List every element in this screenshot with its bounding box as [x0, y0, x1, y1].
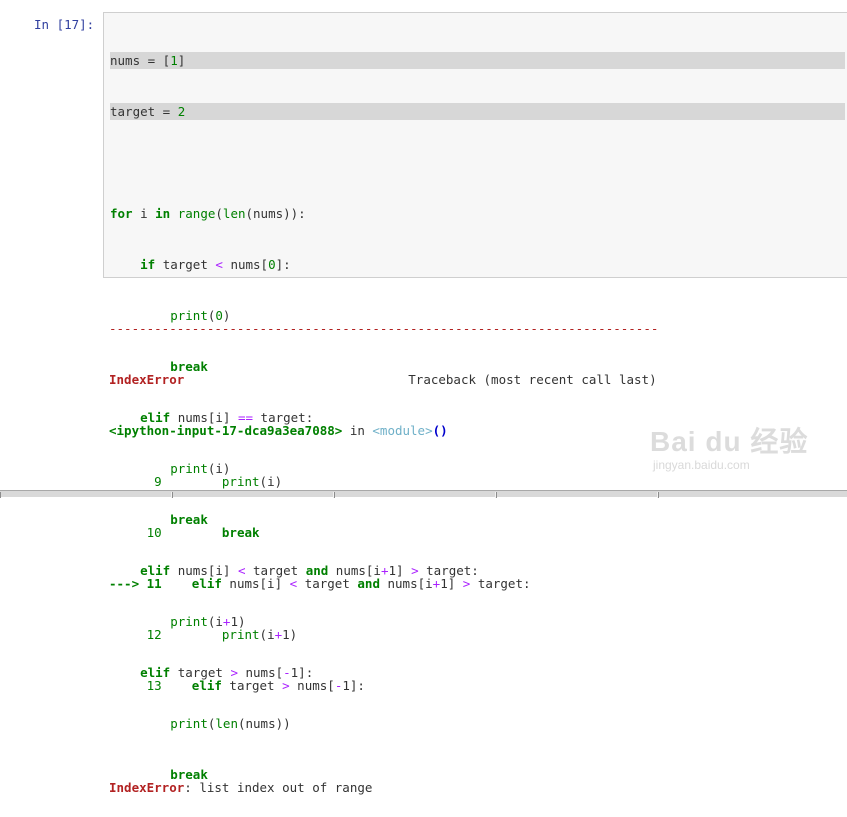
traceback-separator: ----------------------------------------…	[109, 321, 659, 336]
code-line-5: if target < nums[0]:	[140, 257, 291, 272]
call-parens: ()	[432, 423, 448, 438]
watermark-logo: Bai du 经验	[650, 426, 809, 457]
bottom-tab-strip	[0, 490, 847, 498]
trace-line-13: 13 elif target > nums[-1]:	[109, 678, 365, 693]
tab-stub-4[interactable]	[496, 492, 658, 498]
final-error-message: : list index out of range	[184, 780, 373, 795]
watermark-url: jingyan.baidu.com	[653, 458, 750, 472]
tab-stub-3[interactable]	[334, 492, 496, 498]
cell-prompt: In [17]:	[34, 17, 95, 32]
final-error-name: IndexError	[109, 780, 185, 795]
tab-stub-1[interactable]	[0, 492, 172, 498]
traceback-title: Traceback (most recent call last)	[408, 372, 657, 387]
code-cell-input[interactable]: nums = [1] target = 2 for i in range(len…	[103, 12, 847, 782]
baidu-jingyan-watermark: Bai du 经验 jingyan.baidu.com	[650, 420, 820, 480]
error-name: IndexError	[109, 372, 185, 387]
input-ref: <ipython-input-17-dca9a3ea7088>	[109, 423, 343, 438]
trace-line-11-current: ---> 11 elif nums[i] < target and nums[i…	[109, 576, 531, 591]
final-error-line: IndexError: list index out of range	[103, 779, 847, 796]
trace-line-12: 12 print(i+1)	[109, 627, 298, 642]
tab-stub-2[interactable]	[172, 492, 334, 498]
tab-stub-5[interactable]	[658, 492, 847, 498]
traceback-header-line: IndexError Traceback (most recent call la…	[103, 371, 847, 388]
in-word: in	[342, 423, 373, 438]
trace-line-10: 10 break	[109, 525, 260, 540]
code-line-2: target = 2	[110, 103, 845, 120]
module-name: <module>	[372, 423, 433, 438]
code-line-1: nums = [1]	[110, 52, 845, 69]
code-line-4: for i in range(len(nums)):	[110, 206, 306, 221]
